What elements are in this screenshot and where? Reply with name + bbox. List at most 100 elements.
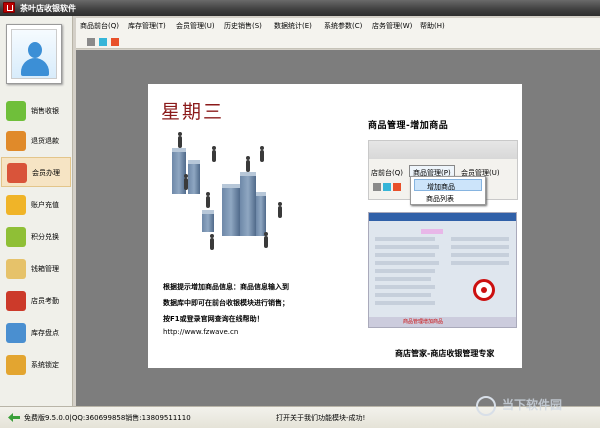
sidebar-item-cashbox[interactable]: 钱箱管理 (1, 254, 71, 284)
sidebar-item-points[interactable]: 积分兑换 (1, 222, 71, 252)
lock-icon (6, 355, 26, 375)
caption-line: 数据库中即可在前台收银模块进行销售； (163, 299, 289, 307)
watermark-logo-icon (476, 396, 496, 416)
member-card-icon (7, 163, 27, 183)
inset-form-row (375, 237, 435, 241)
theme-swatch-blue[interactable] (99, 38, 107, 46)
slogan-text: 商店管家-商店收银管理专家 (395, 349, 495, 358)
avatar-head-icon (28, 42, 42, 58)
illustration-cube (188, 160, 200, 194)
prohibited-icon (473, 279, 495, 301)
sale-tag-icon (6, 101, 26, 121)
credit-card-icon (6, 195, 26, 215)
person-figure (184, 174, 188, 190)
inset-form-row (451, 261, 509, 265)
inset-form-row (375, 285, 435, 289)
inset-form-row (375, 261, 439, 265)
inset-toolbar (369, 141, 517, 159)
inset-highlight-field (421, 229, 443, 234)
pencil-icon (6, 227, 26, 247)
inset-form-row (451, 253, 509, 257)
website-link[interactable]: http://www.fzwave.cn (163, 328, 238, 336)
inset-dropdown-item: 增加商品 (414, 179, 482, 191)
person-figure (210, 234, 214, 250)
sidebar-item-label: 钱箱管理 (31, 265, 59, 273)
sidebar-item-label: 系统锁定 (31, 361, 59, 369)
menu-members[interactable]: 会员管理(U) (176, 21, 215, 31)
inset-form-row (375, 277, 431, 281)
illustration-cube (256, 192, 266, 236)
menu-help[interactable]: 帮助(H) (420, 21, 445, 31)
inset-form-footer: 商品管理增加商品 (369, 317, 516, 327)
caption-line: 根据提示增加商品信息：商品信息输入到 (163, 283, 289, 291)
sidebar-item-label: 店员考勤 (31, 297, 59, 305)
menu-inventory[interactable]: 库存管理(T) (128, 21, 166, 31)
theme-swatch-orange[interactable] (111, 38, 119, 46)
person-figure (212, 146, 216, 162)
weekday-label: 星期三 (161, 101, 225, 123)
inset-form-row (451, 245, 509, 249)
sidebar-item-sales[interactable]: 销售收银 (1, 96, 71, 126)
theme-swatch-gray[interactable] (87, 38, 95, 46)
status-version-info: 免费版9.5.0.0|QQ:360699858销售:13809511110 (24, 414, 191, 422)
inset-swatch (393, 183, 401, 191)
inset-form-header (369, 213, 516, 221)
sidebar-item-returns[interactable]: 退货退款 (1, 126, 71, 156)
return-box-icon (6, 131, 26, 151)
inset-form-row (451, 237, 509, 241)
person-figure (246, 156, 250, 172)
person-figure (264, 232, 268, 248)
person-figure (260, 146, 264, 162)
inset-menu-label: 店前台(Q) (371, 169, 403, 177)
inset-form-row (375, 293, 431, 297)
inset-dropdown-item: 商品列表 (426, 195, 454, 203)
sidebar-item-label: 库存盘点 (31, 329, 59, 337)
sidebar-item-attendance[interactable]: 店员考勤 (1, 286, 71, 316)
illustration-cube (222, 184, 240, 236)
person-figure (206, 192, 210, 208)
inventory-icon (6, 323, 26, 343)
sidebar-item-inventory[interactable]: 库存盘点 (1, 318, 71, 348)
staff-people-icon (6, 291, 26, 311)
sidebar-item-label: 销售收银 (31, 107, 59, 115)
sidebar-item-label: 退货退款 (31, 137, 59, 145)
avatar-frame (11, 29, 57, 79)
menu-sales-history[interactable]: 历史销售(S) (224, 21, 262, 31)
inset-form-row (375, 301, 435, 305)
inset-swatch (373, 183, 381, 191)
menu-bar: 商品前台(Q) 库存管理(T) 会员管理(U) 历史销售(S) 数据统计(E) … (76, 18, 600, 34)
sidebar-item-label: 会员办理 (32, 169, 60, 177)
caption-line: 按F1或登录官网查询在线帮助！ (163, 315, 264, 323)
inset-footer-text: 商品管理增加商品 (403, 319, 444, 325)
menu-front-desk[interactable]: 商品前台(Q) (80, 21, 119, 31)
watermark-text: 当下软件园 (502, 398, 563, 412)
inset-dropdown: 增加商品 商品列表 (410, 176, 486, 205)
sidebar-item-lock[interactable]: 系统锁定 (1, 350, 71, 380)
avatar-body-icon (21, 58, 49, 76)
inset-swatch (383, 183, 391, 191)
sidebar-item-label: 账户充值 (31, 201, 59, 209)
menu-statistics[interactable]: 数据统计(E) (274, 21, 312, 31)
cash-drawer-icon (6, 259, 26, 279)
inset-form-row (375, 253, 435, 257)
illustration-cube (202, 210, 214, 232)
inset-form-row (375, 245, 439, 249)
theme-toolbar (76, 34, 600, 49)
sidebar-item-label: 积分兑换 (31, 233, 59, 241)
menu-system-settings[interactable]: 系统参数(C) (324, 21, 362, 31)
person-figure (178, 132, 182, 148)
inset-form-screenshot: 商品管理增加商品 (368, 212, 517, 328)
sidebar-item-recharge[interactable]: 账户充值 (1, 190, 71, 220)
person-figure (278, 202, 282, 218)
arrow-left-icon (8, 413, 20, 422)
menu-store-management[interactable]: 店务管理(W) (372, 21, 412, 31)
sidebar-item-membership[interactable]: 会员办理 (1, 157, 71, 187)
section-title: 商品管理-增加商品 (368, 121, 449, 131)
status-message: 打开关于我们功能模块-成功! (276, 414, 366, 422)
app-logo-icon (3, 2, 15, 13)
title-bar: 茶叶店收银软件 (0, 0, 600, 16)
window-title: 茶叶店收银软件 (20, 4, 76, 13)
inset-form-row (375, 269, 435, 273)
user-avatar (6, 24, 62, 84)
illustration-cube (240, 172, 256, 236)
